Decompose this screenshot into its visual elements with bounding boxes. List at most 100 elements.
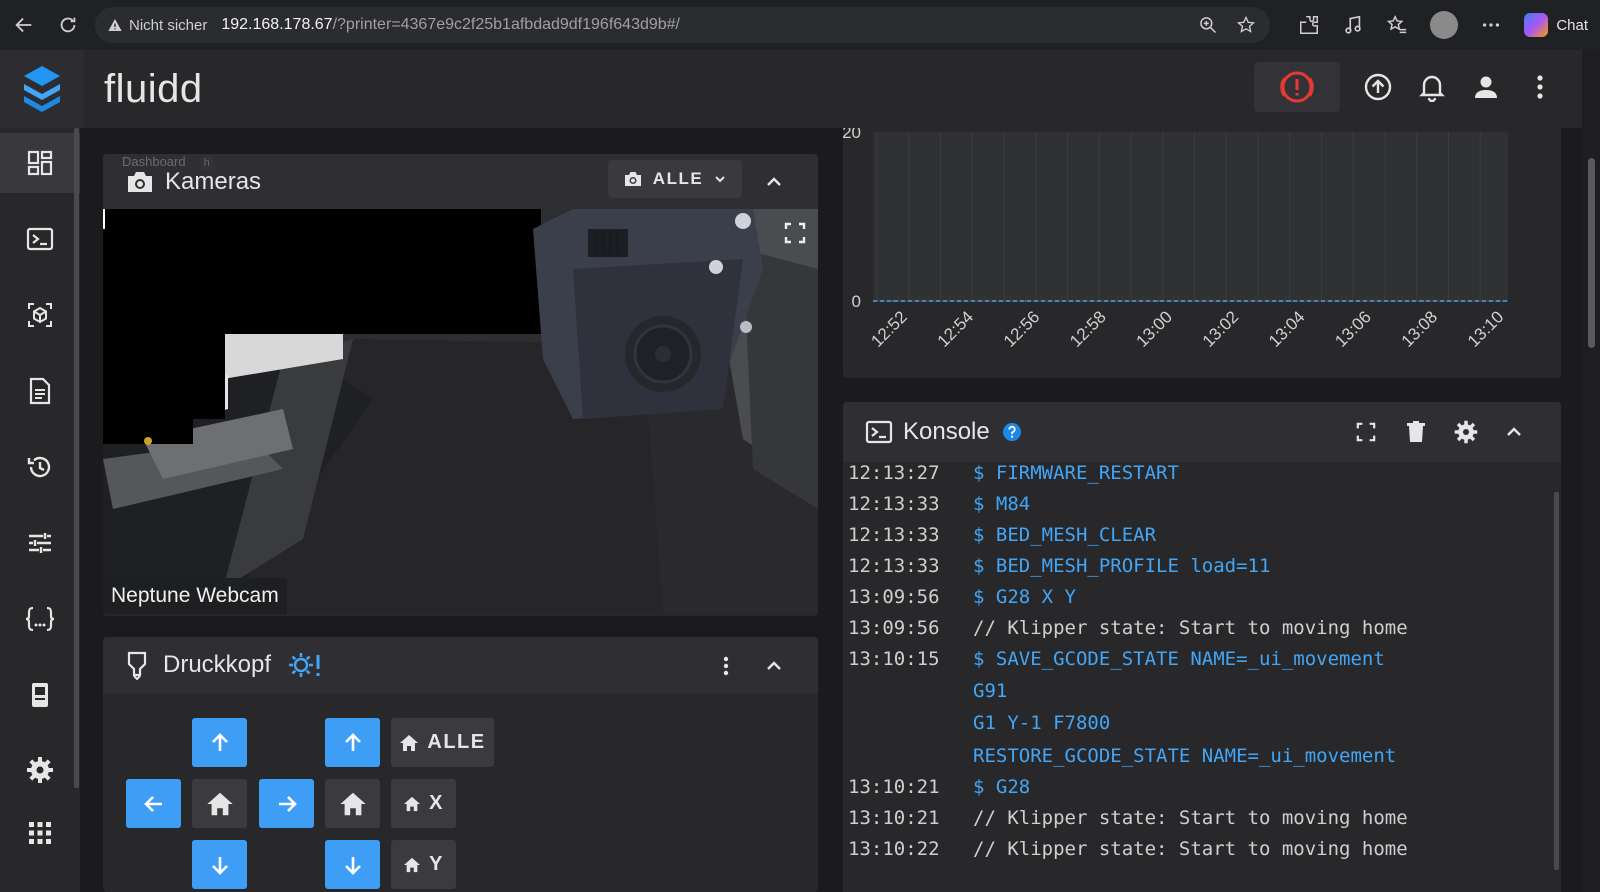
more-vertical-icon bbox=[1537, 75, 1543, 99]
console-log[interactable]: 12:13:27 $ FIRMWARE_RESTART 12:13:33 $ M84 1… bbox=[843, 462, 1561, 892]
dashboard-icon bbox=[27, 150, 53, 176]
chevron-up-icon bbox=[767, 177, 781, 186]
cameras-collapse-button[interactable] bbox=[758, 166, 790, 198]
jog-y-plus-button[interactable] bbox=[192, 718, 247, 767]
logo-icon bbox=[24, 66, 60, 112]
console-row: 13:10:21 // Klipper state: Start to movin… bbox=[843, 807, 1543, 837]
console-command[interactable]: $ FIRMWARE_RESTART bbox=[973, 462, 1179, 484]
webcam-fullscreen-button[interactable] bbox=[784, 222, 806, 249]
sidebar-item-files[interactable] bbox=[0, 361, 80, 421]
jog-x-minus-button[interactable] bbox=[126, 779, 181, 828]
sidebar-item-bed-mesh[interactable] bbox=[0, 285, 80, 345]
toolhead-title: Druckkopf bbox=[163, 651, 272, 678]
home-xy-button[interactable] bbox=[192, 779, 247, 828]
jog-x-plus-button[interactable] bbox=[259, 779, 314, 828]
chart-point bbox=[1289, 300, 1292, 302]
chart-x-tick-label: 12:56 bbox=[1000, 307, 1044, 351]
app-menu-button[interactable] bbox=[1524, 71, 1556, 103]
console-command[interactable]: $ G28 X Y bbox=[973, 586, 1076, 608]
chart-plot-area bbox=[873, 132, 1508, 301]
bell-icon bbox=[1419, 75, 1445, 102]
motors-off-icon bbox=[289, 653, 320, 677]
console-icon bbox=[26, 227, 54, 251]
sidebar-item-history[interactable] bbox=[0, 437, 80, 497]
fullscreen-icon bbox=[784, 222, 806, 244]
url-path: /?printer=4367e9c2f25b1afbdad9df196f643d… bbox=[332, 16, 680, 33]
console-command[interactable]: RESTORE_GCODE_STATE NAME=_ui_movement bbox=[973, 745, 1396, 767]
more-vertical-icon bbox=[723, 656, 729, 676]
sidebar-item-apps[interactable] bbox=[0, 803, 80, 863]
console-command[interactable]: $ SAVE_GCODE_STATE NAME=_ui_movement bbox=[973, 648, 1385, 670]
extensions-icon[interactable] bbox=[1298, 14, 1320, 36]
console-title: Konsole bbox=[903, 418, 990, 445]
cube-scan-icon bbox=[28, 303, 52, 327]
sidebar-item-settings[interactable] bbox=[0, 740, 80, 800]
chart-point bbox=[1422, 300, 1425, 302]
emergency-stop-button[interactable] bbox=[1254, 62, 1340, 112]
reload-icon[interactable] bbox=[52, 9, 84, 41]
arrow-left-icon bbox=[143, 795, 162, 812]
security-warning[interactable]: Nicht sicher bbox=[107, 17, 207, 34]
camera-select-button[interactable]: ALLE bbox=[608, 160, 742, 198]
favorites-icon[interactable] bbox=[1386, 14, 1408, 36]
app-title: fluidd bbox=[104, 66, 203, 111]
camera-select-label: ALLE bbox=[652, 169, 704, 188]
home-y-button[interactable]: Y bbox=[391, 840, 456, 889]
user-icon bbox=[1475, 76, 1497, 98]
console-collapse-button[interactable] bbox=[1498, 416, 1530, 448]
profile-avatar[interactable] bbox=[1430, 11, 1459, 39]
notifications-button[interactable] bbox=[1416, 71, 1448, 103]
tooltip-shortcut: h bbox=[199, 156, 214, 170]
more-horizontal-icon[interactable] bbox=[1480, 14, 1502, 36]
sidebar-item-dashboard[interactable] bbox=[0, 133, 80, 193]
help-icon[interactable] bbox=[1002, 422, 1022, 442]
cameras-title: Kameras bbox=[165, 168, 262, 195]
home-x-label: X bbox=[429, 792, 444, 814]
sidebar-item-tune[interactable] bbox=[0, 513, 80, 573]
chart-point bbox=[1091, 300, 1093, 302]
console-command[interactable]: $ BED_MESH_PROFILE load=11 bbox=[973, 555, 1270, 577]
jog-z-plus-button[interactable] bbox=[325, 718, 380, 767]
console-settings-button[interactable] bbox=[1450, 416, 1482, 448]
sidebar-scrollbar[interactable] bbox=[74, 128, 79, 788]
home-x-button[interactable]: X bbox=[391, 779, 456, 828]
console-row: 13:10:15 $ SAVE_GCODE_STATE NAME=_ui_move… bbox=[843, 648, 1543, 678]
console-row: 12:13:33 $ BED_MESH_CLEAR bbox=[843, 524, 1543, 554]
console-row: 13:09:56 // Klipper state: Start to movin… bbox=[843, 617, 1543, 647]
toolhead-collapse-button[interactable] bbox=[758, 650, 790, 682]
sidebar-item-system[interactable] bbox=[0, 665, 80, 725]
webcam-stream[interactable] bbox=[103, 209, 818, 613]
chart-x-tick-label: 13:08 bbox=[1398, 307, 1442, 351]
zoom-icon[interactable] bbox=[1198, 15, 1218, 35]
apps-grid-icon bbox=[29, 822, 51, 844]
console-command[interactable]: $ M84 bbox=[973, 493, 1030, 515]
home-all-button[interactable]: ALLE bbox=[391, 718, 494, 767]
sidebar-item-console[interactable] bbox=[0, 209, 80, 269]
console-fullscreen-button[interactable] bbox=[1350, 416, 1382, 448]
fluidd-logo[interactable] bbox=[0, 50, 84, 128]
media-icon[interactable] bbox=[1342, 14, 1364, 36]
console-command[interactable]: $ BED_MESH_CLEAR bbox=[973, 524, 1156, 546]
jog-y-minus-button[interactable] bbox=[192, 840, 247, 889]
console-command[interactable]: G1 Y-1 F7800 bbox=[973, 712, 1110, 734]
console-command[interactable]: G91 bbox=[973, 680, 1007, 702]
code-braces-icon bbox=[25, 606, 55, 632]
chart-point bbox=[892, 300, 894, 302]
back-icon[interactable] bbox=[8, 9, 40, 41]
toolhead-menu-button[interactable] bbox=[710, 650, 742, 682]
console-clear-button[interactable] bbox=[1400, 416, 1432, 448]
copilot-chat-button[interactable]: Chat bbox=[1524, 13, 1588, 37]
jog-z-minus-button[interactable] bbox=[325, 840, 380, 889]
home-z-button[interactable] bbox=[325, 779, 380, 828]
address-bar[interactable]: Nicht sicher 192.168.178.67/?printer=436… bbox=[95, 7, 1270, 43]
page-scrollbar-thumb[interactable] bbox=[1588, 158, 1595, 348]
console-scrollbar[interactable] bbox=[1554, 492, 1559, 870]
upload-button[interactable] bbox=[1362, 71, 1394, 103]
chart-x-tick-label: 13:00 bbox=[1132, 307, 1176, 351]
webcam-image bbox=[103, 209, 818, 613]
console-row: G1 Y-1 F7800 bbox=[843, 712, 1543, 742]
sidebar-item-config[interactable] bbox=[0, 589, 80, 649]
user-button[interactable] bbox=[1470, 71, 1502, 103]
favorite-star-icon[interactable] bbox=[1236, 15, 1256, 35]
console-command[interactable]: $ G28 bbox=[973, 776, 1030, 798]
